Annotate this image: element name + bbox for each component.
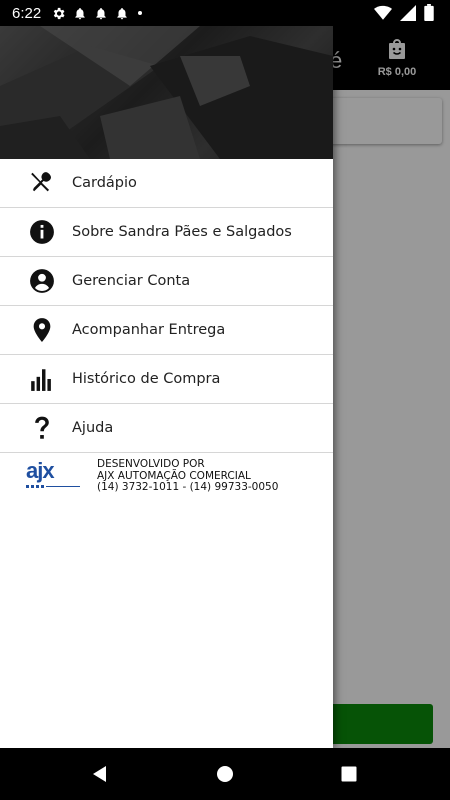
- account-circle-icon: [0, 268, 72, 294]
- navigation-drawer: Cardápio Sobre Sandra Pães e Salgados Ge…: [0, 26, 333, 748]
- menu-item-label: Sobre Sandra Pães e Salgados: [72, 224, 292, 240]
- ajx-logo-text: ajx: [26, 458, 55, 483]
- menu-item-label: Cardápio: [72, 175, 137, 191]
- dot-icon: [138, 11, 143, 15]
- developer-credit: ajx DESENVOLVIDO POR AJX AUTOMAÇÃO COMER…: [0, 453, 333, 494]
- system-nav-bar: [0, 748, 450, 800]
- menu-item-acompanhar-entrega[interactable]: Acompanhar Entrega: [0, 306, 333, 355]
- cell-signal-icon: [400, 4, 416, 21]
- menu-item-ajuda[interactable]: Ajuda: [0, 404, 333, 453]
- wifi-icon: [374, 5, 392, 20]
- fork-knife-icon: [0, 170, 72, 196]
- menu-item-label: Histórico de Compra: [72, 371, 221, 387]
- developer-info: DESENVOLVIDO POR AJX AUTOMAÇÃO COMERCIAL…: [97, 458, 278, 494]
- developer-line-1: DESENVOLVIDO POR: [97, 458, 205, 470]
- ajx-logo: ajx: [26, 459, 82, 488]
- bell-icon: [117, 7, 127, 19]
- status-bar: 6:22: [0, 0, 450, 26]
- battery-icon: [424, 4, 434, 21]
- home-icon[interactable]: [213, 762, 237, 786]
- developer-phone[interactable]: (14) 3732-1011 - (14) 99733-0050: [97, 481, 278, 494]
- menu-item-cardapio[interactable]: Cardápio: [0, 159, 333, 208]
- menu-item-label: Gerenciar Conta: [72, 273, 191, 289]
- location-pin-icon: [0, 317, 72, 343]
- menu-item-historico[interactable]: Histórico de Compra: [0, 355, 333, 404]
- drawer-header-image: [0, 26, 333, 159]
- back-icon[interactable]: [88, 762, 112, 786]
- menu-item-label: Acompanhar Entrega: [72, 322, 226, 338]
- bell-icon: [96, 7, 106, 19]
- bar-chart-icon: [0, 366, 72, 392]
- info-icon: [0, 219, 72, 245]
- gear-icon: [53, 7, 65, 19]
- drawer-menu: Cardápio Sobre Sandra Pães e Salgados Ge…: [0, 159, 333, 453]
- menu-item-sobre[interactable]: Sobre Sandra Pães e Salgados: [0, 208, 333, 257]
- bell-icon: [75, 7, 85, 19]
- menu-item-gerenciar-conta[interactable]: Gerenciar Conta: [0, 257, 333, 306]
- menu-item-label: Ajuda: [72, 420, 114, 436]
- ajx-logo-tagline: [26, 485, 82, 488]
- status-time: 6:22: [12, 4, 42, 22]
- question-mark-icon: [0, 415, 72, 441]
- recents-icon[interactable]: [337, 762, 361, 786]
- drawer-header-graphic: [0, 26, 333, 159]
